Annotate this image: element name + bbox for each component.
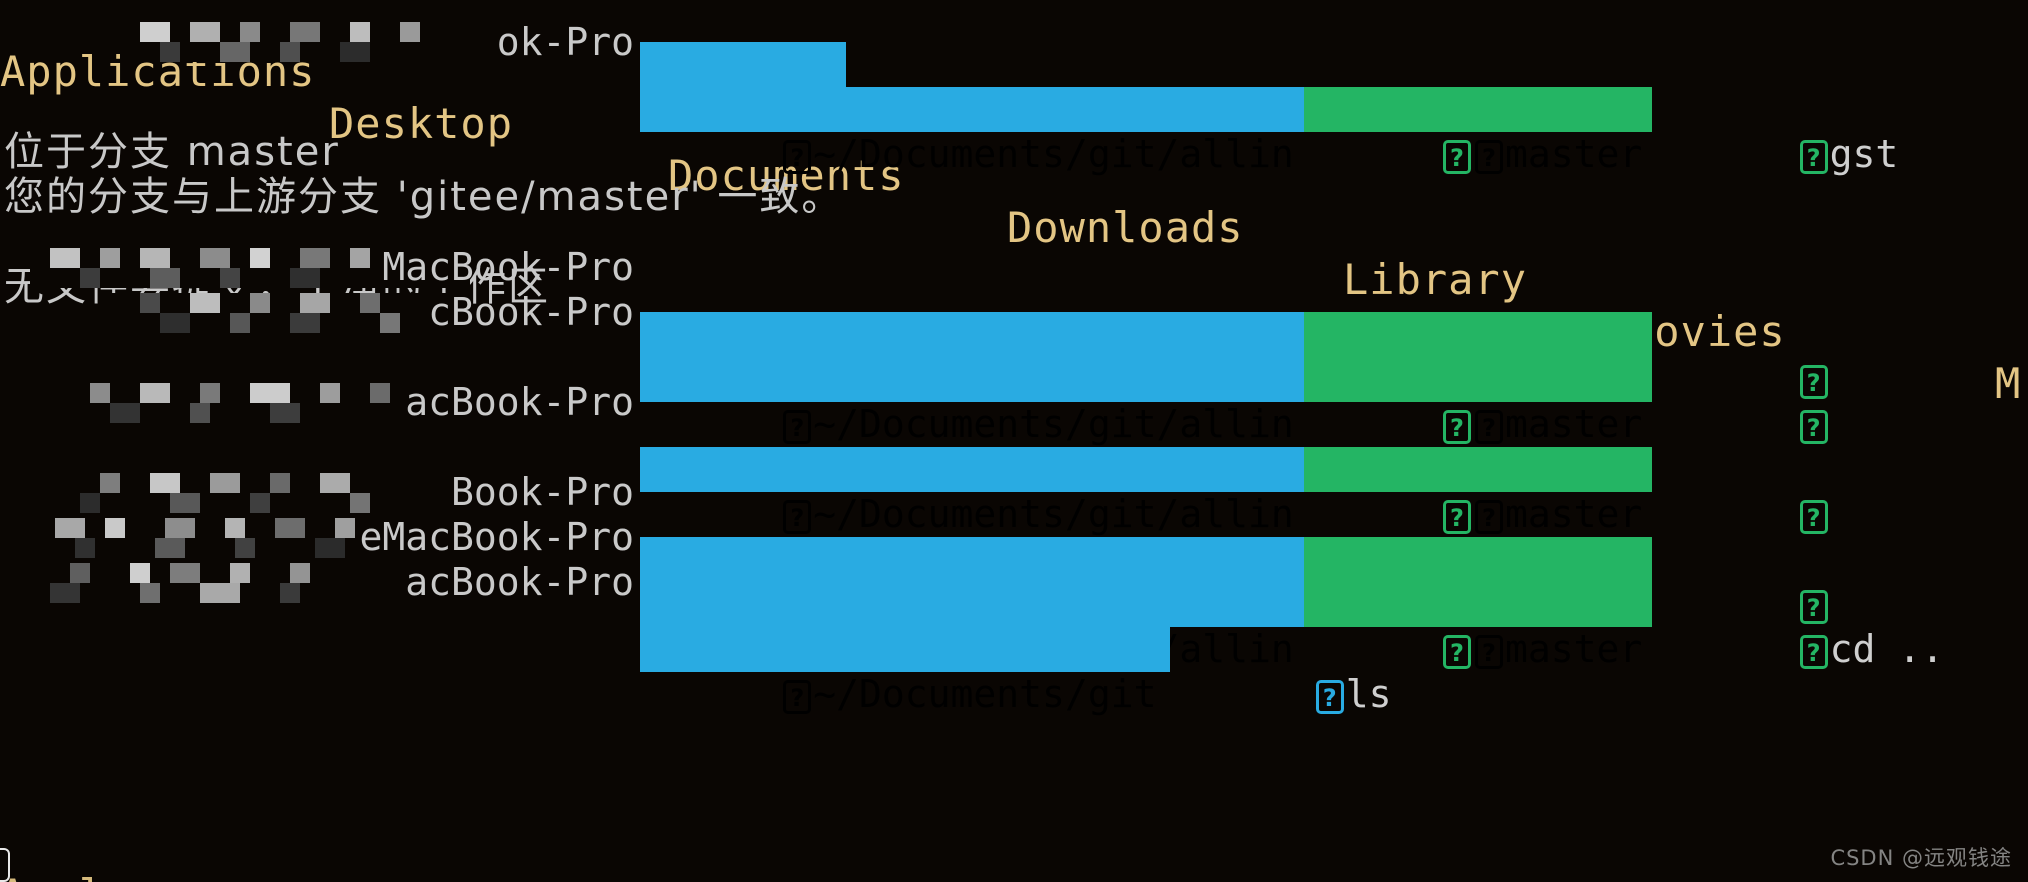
- terminal-scrollbar[interactable]: [0, 848, 10, 882]
- prompt-host-7: eMacBook-Pro: [359, 514, 634, 559]
- prompt-command-7: cd ..: [1829, 627, 1944, 671]
- git-branch-segment-7: ?? master: [1303, 582, 1653, 671]
- listing-item-more[interactable]: M: [1995, 358, 2021, 410]
- powerline-tofu-icon: ?: [783, 409, 812, 444]
- command-segment-4: ?: [1652, 357, 1829, 444]
- command-segment-8: ? ls: [1170, 627, 1392, 716]
- path-segment-2: ? ~/Documents/git/allin: [640, 87, 1304, 176]
- command-segment-7: ? cd ..: [1652, 582, 1944, 671]
- prompt-line-2[interactable]: ok-Pro ? ~/Documents/git/allin ?? master ?…: [0, 20, 1898, 176]
- terminal-window[interactable]: Applications Desktop Documents Downloads…: [0, 0, 2028, 882]
- redaction-mosaic: [120, 21, 500, 62]
- prompt-arrow-tofu-icon: ?: [1315, 679, 1344, 714]
- prompt-path-4: ~/Documents/git/allin: [813, 402, 1294, 446]
- command-segment-1: ?cd Documents/git/allin: [846, 42, 1527, 131]
- command-segment-2: ? gst: [1652, 87, 1898, 176]
- next-listing-row-partial: Applications Desktop Documents Downloads…: [0, 865, 105, 882]
- git-branch-tofu-icon: ?: [1475, 409, 1503, 444]
- branch-divider-tofu-icon: ?: [1443, 139, 1471, 174]
- git-branch-segment-3: ??master: [1303, 312, 1653, 401]
- listing-item-library[interactable]: Library: [1343, 254, 1527, 306]
- git-branch-segment-2: ?? master: [1303, 87, 1653, 176]
- branch-divider-tofu-icon: ?: [1443, 634, 1471, 669]
- git-branch-tofu-icon: ?: [1475, 139, 1503, 174]
- prompt-host-2: ok-Pro: [496, 19, 634, 64]
- path-segment-8: ? ~/Documents/git: [640, 627, 1171, 716]
- prompt-path-8: ~/Documents/git: [813, 672, 1157, 716]
- prompt-host-3: MacBook-Pro: [382, 244, 634, 289]
- prompt-branch-4: master: [1505, 402, 1643, 446]
- prompt-arrow-tofu-icon: ?: [1799, 409, 1828, 444]
- prompt-command-8: ls: [1345, 672, 1392, 716]
- git-output-upstream: 您的分支与上游分支 'gitee/master' 一致。: [4, 174, 844, 220]
- prompt-arrow-tofu-icon: ?: [1799, 634, 1828, 669]
- path-segment-7: ?~/Documents/git/allin: [640, 582, 1304, 671]
- prompt-host-5: acBook-Pro: [405, 379, 634, 424]
- path-segment-4: ? ~/Documents/git/allin: [640, 357, 1304, 446]
- powerline-tofu-icon: ?: [783, 679, 812, 714]
- prompt-branch-7: master: [1505, 627, 1643, 671]
- prompt-arrow-tofu-icon: ?: [1799, 139, 1828, 174]
- prompt-path-5: ~/Documents/git/allin: [813, 492, 1294, 536]
- git-output-branch: 位于分支 master: [4, 129, 340, 175]
- prompt-branch-5: master: [1505, 492, 1643, 536]
- prompt-host-8: acBook-Pro: [405, 559, 634, 604]
- git-branch-segment-6: ??master: [1303, 537, 1653, 626]
- git-branch-segment-5: ?? master: [1303, 447, 1653, 536]
- prompt-command-2: gst: [1829, 132, 1899, 176]
- path-segment-5: ? ~/Documents/git/allin: [640, 447, 1304, 536]
- listing-item-downloads[interactable]: Downloads: [1007, 202, 1244, 254]
- command-segment-3: ?: [1652, 312, 1829, 399]
- command-segment-5: ?: [1652, 447, 1829, 534]
- csdn-watermark: CSDN @远观钱途: [1830, 846, 2012, 870]
- prompt-host-4: cBook-Pro: [428, 289, 634, 334]
- git-branch-tofu-icon: ?: [1475, 499, 1503, 534]
- path-segment-1: ?~: [640, 42, 847, 131]
- branch-divider-tofu-icon: ?: [1443, 499, 1471, 534]
- powerline-tofu-icon: ?: [783, 499, 812, 534]
- prompt-line-8[interactable]: acBook-Pro ? ~/Documents/git ? ls: [0, 560, 1392, 716]
- path-segment-6: ?~/Documents/git/allin: [640, 537, 1304, 626]
- prompt-arrow-tofu-icon: ?: [1799, 499, 1828, 534]
- powerline-tofu-icon: ?: [783, 139, 812, 174]
- redaction-mosaic: [50, 472, 450, 513]
- branch-divider-tofu-icon: ?: [1443, 409, 1471, 444]
- command-segment-6: ?: [1652, 537, 1829, 624]
- redaction-mosaic: [30, 562, 420, 603]
- prompt-path-2: ~/Documents/git/allin: [813, 132, 1294, 176]
- git-branch-tofu-icon: ?: [1475, 634, 1503, 669]
- git-branch-segment-4: ?? master: [1303, 357, 1653, 446]
- prompt-host-block-8: acBook-Pro: [0, 560, 640, 740]
- prompt-host-6: Book-Pro: [450, 469, 634, 514]
- redaction-mosaic: [50, 382, 460, 423]
- path-segment-3: ?~/Documents/git/allin: [640, 312, 1304, 401]
- prompt-branch-2: master: [1505, 132, 1643, 176]
- redaction-mosaic: [110, 292, 470, 333]
